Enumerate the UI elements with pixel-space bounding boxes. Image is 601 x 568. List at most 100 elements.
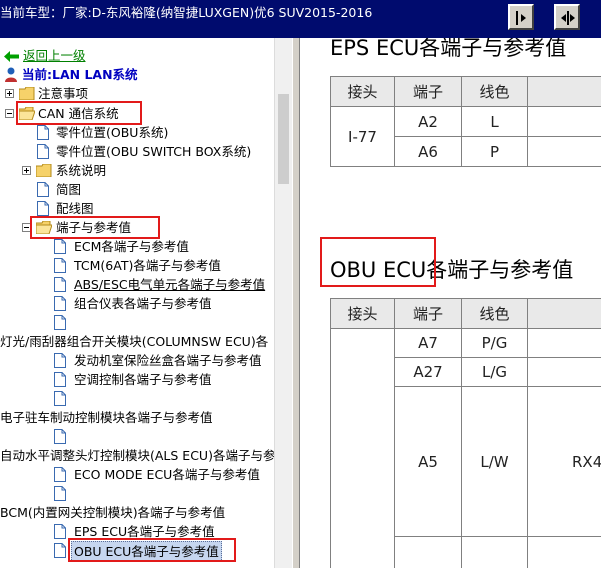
highlight-box bbox=[16, 101, 142, 125]
cell-terminal: A6 bbox=[394, 136, 462, 167]
tile-horizontal-button[interactable] bbox=[554, 4, 580, 30]
expand-toggle[interactable] bbox=[22, 166, 31, 175]
header-wire-color: 线色 bbox=[461, 298, 528, 329]
highlight-box bbox=[30, 216, 160, 239]
tree-item-parts-switchbox[interactable]: 零件位置(OBU SWITCH BOX系统) bbox=[0, 142, 270, 161]
tree-item-bcm[interactable]: BCM(内置网关控制模块)各端子与参考值 bbox=[0, 503, 274, 522]
document-icon bbox=[54, 524, 66, 539]
back-link[interactable]: 返回上一级 bbox=[23, 46, 86, 65]
window-title: 当前车型：厂家:D-东风裕隆(纳智捷LUXGEN)优6 SUV2015-2016 bbox=[0, 5, 373, 20]
cell-extra: RX4 bbox=[527, 386, 601, 537]
header-terminal: 端子 bbox=[394, 298, 462, 329]
collapse-toggle[interactable] bbox=[5, 109, 14, 118]
tree-item-fusebox[interactable]: 发动机室保险丝盒各端子与参考值 bbox=[0, 351, 270, 370]
cell-wire-color: L/W bbox=[461, 386, 528, 537]
tree-item-ac[interactable]: 空调控制各端子与参考值 bbox=[0, 370, 270, 389]
cell-terminal: A2 bbox=[394, 106, 462, 137]
tree-item-system-desc[interactable]: 系统说明 bbox=[0, 161, 270, 180]
cell-connector bbox=[330, 328, 395, 568]
tree-item-tcm[interactable]: TCM(6AT)各端子与参考值 bbox=[0, 256, 270, 275]
tree-item-label: 零件位置(OBU SWITCH BOX系统) bbox=[56, 144, 252, 159]
cell-wire-color: L/G bbox=[461, 357, 528, 387]
back-arrow-icon bbox=[4, 51, 19, 62]
folder-icon bbox=[19, 87, 35, 100]
tree-item-label: BCM(内置网关控制模块)各端子与参考值 bbox=[0, 505, 226, 520]
cell-connector: I-77 bbox=[330, 106, 395, 167]
document-icon bbox=[54, 296, 66, 311]
document-icon bbox=[37, 144, 49, 159]
header-connector: 接头 bbox=[330, 298, 395, 329]
navigation-tree: 返回上一级 当前:LAN LAN系统 注意事项 CAN 通信系统 零件位置(OB… bbox=[0, 38, 274, 568]
highlight-box bbox=[68, 538, 236, 562]
tree-item-blank[interactable] bbox=[0, 389, 270, 408]
tree-item-abs[interactable]: ABS/ESC电气单元各端子与参考值 bbox=[0, 275, 274, 294]
tree-item-label: 灯光/雨刮器组合开关模块(COLUMNSW ECU)各 bbox=[0, 334, 269, 349]
title-bar: 当前车型：厂家:D-东风裕隆(纳智捷LUXGEN)优6 SUV2015-2016 bbox=[0, 0, 601, 38]
document-icon bbox=[37, 125, 49, 140]
document-icon bbox=[54, 543, 66, 558]
document-icon bbox=[54, 391, 66, 406]
tree-item-label: 零件位置(OBU系统) bbox=[56, 125, 169, 140]
section-title-obu-part2: 各端子与参考值 bbox=[426, 258, 574, 282]
header-extra bbox=[527, 76, 601, 107]
cell-terminal: A5 bbox=[394, 386, 462, 537]
cell-wire-color: P/G bbox=[461, 328, 528, 358]
document-icon bbox=[54, 315, 66, 330]
document-icon bbox=[54, 372, 66, 387]
tree-item-blank[interactable] bbox=[0, 313, 270, 332]
cell-wire-color bbox=[461, 536, 528, 568]
content-pane: EPS ECU各端子与参考值 接头 端子 线色 I-77 A2 L A6 P O… bbox=[300, 38, 601, 568]
expand-toggle[interactable] bbox=[5, 89, 14, 98]
scrollbar-thumb[interactable] bbox=[278, 94, 289, 184]
cell-extra bbox=[527, 106, 601, 137]
tree-item-label: 组合仪表各端子与参考值 bbox=[74, 296, 212, 311]
tree-item-label: 简图 bbox=[56, 182, 82, 197]
eps-terminal-table: 接头 端子 线色 I-77 A2 L A6 P bbox=[330, 76, 601, 167]
cell-terminal bbox=[394, 536, 462, 568]
tree-item-ecm[interactable]: ECM各端子与参考值 bbox=[0, 237, 270, 256]
tree-item-label: ABS/ESC电气单元各端子与参考值 bbox=[74, 277, 266, 292]
tree-item-blank[interactable] bbox=[0, 484, 270, 503]
tree-scrollbar[interactable] bbox=[274, 38, 292, 568]
tree-item-als[interactable]: 自动水平调整头灯控制模块(ALS ECU)各端子与参考值 bbox=[0, 446, 274, 465]
tree-item-blank[interactable] bbox=[0, 427, 270, 446]
cell-wire-color: P bbox=[461, 136, 528, 167]
tree-item-eco-mode[interactable]: ECO MODE ECU各端子与参考值 bbox=[0, 465, 270, 484]
tree-item-diagram[interactable]: 简图 bbox=[0, 180, 270, 199]
document-icon bbox=[37, 182, 49, 197]
header-wire-color: 线色 bbox=[461, 76, 528, 107]
header-extra bbox=[527, 298, 601, 329]
highlight-box bbox=[320, 237, 436, 287]
tree-item-cluster[interactable]: 组合仪表各端子与参考值 bbox=[0, 294, 270, 313]
document-icon bbox=[54, 239, 66, 254]
document-icon bbox=[54, 258, 66, 273]
cell-extra bbox=[527, 328, 601, 358]
tree-item-label: 空调控制各端子与参考值 bbox=[74, 372, 212, 387]
section-title-eps: EPS ECU各端子与参考值 bbox=[330, 38, 567, 60]
tree-item-epb[interactable]: 电子驻车制动控制模块各端子与参考值 bbox=[0, 408, 274, 427]
document-icon bbox=[54, 467, 66, 482]
cell-extra bbox=[527, 357, 601, 387]
tree-item-label: ECO MODE ECU各端子与参考值 bbox=[74, 467, 260, 482]
document-icon bbox=[54, 277, 66, 292]
current-system-label: 当前:LAN LAN系统 bbox=[22, 67, 138, 82]
tree-item-label: 自动水平调整头灯控制模块(ALS ECU)各端子与参考值 bbox=[0, 448, 274, 463]
cell-terminal: A27 bbox=[394, 357, 462, 387]
pane-splitter[interactable] bbox=[292, 38, 300, 568]
cell-extra bbox=[527, 536, 601, 568]
tile-vertical-button[interactable] bbox=[508, 4, 534, 30]
cell-extra bbox=[527, 136, 601, 167]
person-icon bbox=[5, 67, 17, 82]
document-icon bbox=[37, 201, 49, 216]
cell-terminal: A7 bbox=[394, 328, 462, 358]
tree-item-label: 发动机室保险丝盒各端子与参考值 bbox=[74, 353, 262, 368]
tree-item-column-switch[interactable]: 灯光/雨刮器组合开关模块(COLUMNSW ECU)各 bbox=[0, 332, 274, 351]
arrow-right-icon bbox=[516, 11, 526, 25]
document-icon bbox=[54, 353, 66, 368]
cell-wire-color: L bbox=[461, 106, 528, 137]
tree-item-label: 电子驻车制动控制模块各端子与参考值 bbox=[0, 410, 213, 425]
tree-item-label: 系统说明 bbox=[56, 163, 107, 178]
tree-item-parts-obu[interactable]: 零件位置(OBU系统) bbox=[0, 123, 270, 142]
folder-icon bbox=[36, 164, 52, 177]
tree-item-label: ECM各端子与参考值 bbox=[74, 239, 189, 254]
